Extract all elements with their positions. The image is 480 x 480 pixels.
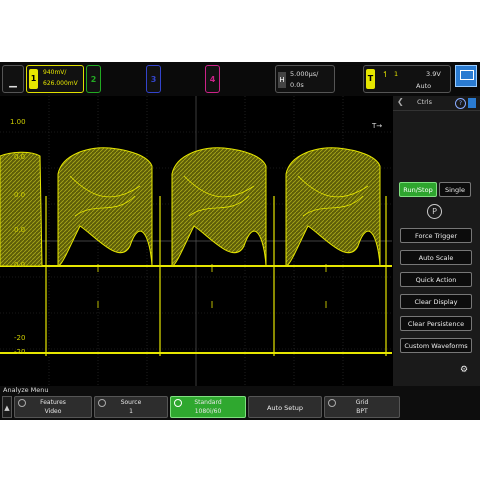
help-icon[interactable]: ? [455, 98, 466, 109]
ch1-scale: 940mV/ [43, 69, 67, 76]
oscilloscope-screen: ▁ 1 940mV/ 626.000mV 2 3 4 H 5.000µs/ 0.… [0, 62, 480, 420]
panel-collapse-icon[interactable]: ❮ [397, 97, 404, 106]
waveform-svg [0, 96, 392, 386]
ch1-offset: 626.000mV [43, 80, 78, 87]
rising-edge-icon: ↿ [382, 70, 389, 79]
softkey-features-label: Features [40, 399, 66, 406]
softkey-grid-value: BPT [356, 408, 368, 415]
trigger-position-marker: T→ [372, 122, 383, 130]
channel-3-indicator[interactable]: 3 [146, 65, 161, 93]
grid-label-2: 0.0 [14, 153, 26, 161]
video-field-1 [0, 151, 43, 267]
quick-action-button[interactable]: Quick Action [400, 272, 472, 287]
grid-label-3: 0.0 [14, 191, 26, 199]
horizontal-indicator[interactable]: H 5.000µs/ 0.0s [275, 65, 335, 93]
softkey-features-value: Video [44, 408, 62, 415]
ch3-number: 3 [150, 75, 157, 84]
run-stop-button[interactable]: Run/Stop [399, 182, 437, 197]
ch2-number: 2 [90, 75, 97, 84]
timebase: 5.000µs/ [290, 70, 319, 78]
trigger-icon: T [366, 69, 375, 89]
grid-label-1: 1.00 [10, 118, 26, 126]
softkey-grid[interactable]: Grid BPT [324, 396, 400, 418]
trigger-indicator[interactable]: T ↿ 1 3.9V Auto [363, 65, 451, 93]
auto-scale-button[interactable]: Auto Scale [400, 250, 472, 265]
softkey-auto-setup-label: Auto Setup [266, 404, 304, 412]
menu-icon: ▁ [9, 77, 17, 88]
channel-1-indicator[interactable]: 1 940mV/ 626.000mV [26, 65, 84, 93]
trigger-level: 3.9V [426, 70, 441, 78]
top-status-bar: ▁ 1 940mV/ 626.000mV 2 3 4 H 5.000µs/ 0.… [0, 62, 480, 96]
menu-title: Analyze Menu [3, 386, 49, 394]
grid-label-5: 0.0 [14, 261, 26, 269]
clear-persistence-button[interactable]: Clear Persistence [400, 316, 472, 331]
softkey-source-value: 1 [129, 408, 133, 415]
softkey-auto-setup[interactable]: Auto Setup [248, 396, 322, 418]
channel-2-indicator[interactable]: 2 [86, 65, 101, 93]
softkey-standard-label: Standard [194, 399, 222, 406]
channel-4-indicator[interactable]: 4 [205, 65, 220, 93]
back-arrow-icon[interactable]: ▲ [2, 396, 12, 418]
main-menu-button[interactable]: ▁ [2, 65, 24, 93]
horizontal-icon: H [278, 72, 286, 88]
grid-label-6: -20 [14, 334, 26, 342]
settings-gear-icon[interactable]: ⚙ [460, 365, 468, 375]
force-trigger-button[interactable]: Force Trigger [400, 228, 472, 243]
softkey-standard[interactable]: Standard 1080i/60 [170, 396, 246, 418]
controls-panel: ❮ Ctrls ? Run/Stop Single P Force Trigge… [393, 96, 480, 386]
softkey-source-label: Source [120, 399, 142, 406]
custom-waveforms-button[interactable]: Custom Waveforms [400, 338, 472, 353]
waveform-display: 1.00 0.0 0.0 0.0 0.0 -20 -20 T→ [0, 96, 392, 386]
ch4-number: 4 [209, 75, 216, 84]
softkey-grid-label: Grid [355, 399, 369, 406]
clear-display-button[interactable]: Clear Display [400, 294, 472, 309]
softkey-source[interactable]: Source 1 [94, 396, 168, 418]
softkey-standard-value: 1080i/60 [194, 408, 222, 415]
softkey-features[interactable]: Features Video [14, 396, 92, 418]
controls-panel-header: ❮ Ctrls ? [393, 96, 480, 111]
trigger-mode: Auto [416, 82, 432, 90]
time-delay: 0.0s [290, 81, 304, 89]
single-button[interactable]: Single [439, 182, 471, 197]
panel-tab-icon[interactable] [468, 98, 476, 108]
trigger-source: 1 [394, 70, 399, 78]
panel-title: Ctrls [417, 98, 432, 106]
ch1-number: 1 [29, 69, 38, 89]
grid-label-7: -20 [14, 348, 26, 356]
display-mode-icon[interactable] [455, 65, 477, 87]
power-icon[interactable]: P [427, 204, 442, 219]
softkey-bar: Analyze Menu ▲ Features Video Source 1 S… [0, 386, 480, 420]
grid-label-4: 0.0 [14, 226, 26, 234]
